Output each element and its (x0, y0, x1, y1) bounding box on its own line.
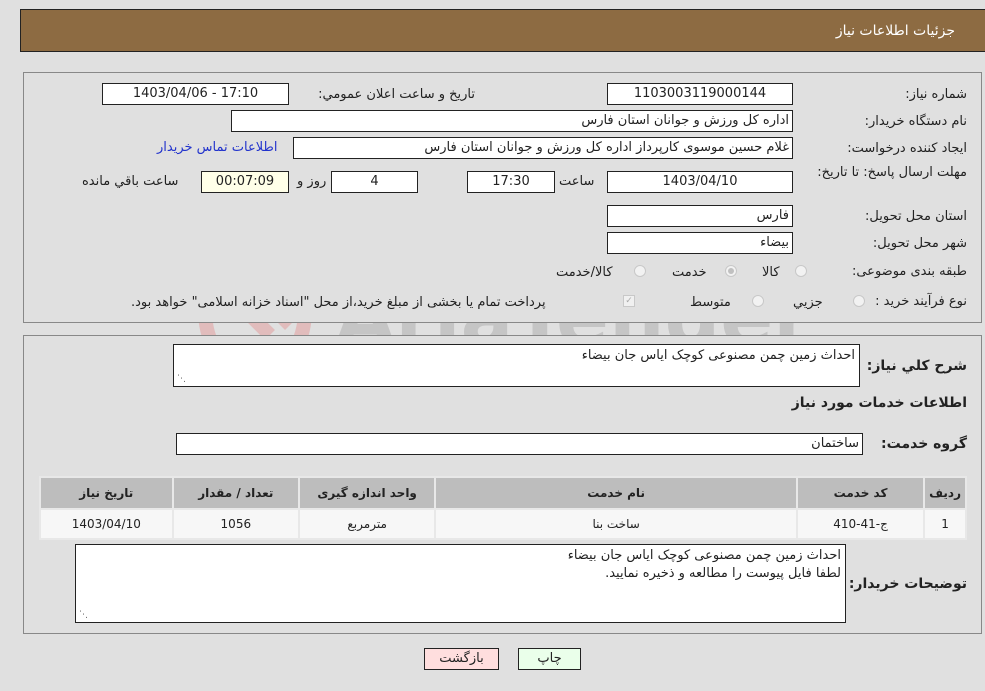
table-header-row: ردیف کد خدمت نام خدمت واحد اندازه گیری ت… (39, 476, 967, 510)
process-radio-medium[interactable] (752, 295, 764, 307)
category-option-service: خدمت (672, 265, 707, 280)
summary-textarea[interactable]: احداث زمین چمن مصنوعی کوچک ایاس جان بیضا… (173, 344, 860, 387)
buyer-notes-textarea[interactable]: احداث زمین چمن مصنوعی کوچک ایاس جان بیضا… (75, 544, 846, 623)
days-label: روز و (297, 174, 327, 189)
buyer-notes-line-1: احداث زمین چمن مصنوعی کوچک ایاس جان بیضا… (567, 548, 841, 563)
cell-row-number: 1 (923, 508, 967, 540)
page-header: جزئیات اطلاعات نیاز (20, 9, 985, 52)
buyer-org-label: نام دستگاه خریدار: (864, 114, 967, 129)
category-option-goods: کالا (762, 265, 780, 280)
process-option-minor: جزيي (793, 295, 823, 310)
table-row: 1 ج-41-410 ساخت بنا مترمربع 1056 1403/04… (39, 508, 967, 540)
page-title: جزئیات اطلاعات نیاز (835, 22, 955, 39)
announce-datetime-field: 1403/04/06 - 17:10 (102, 83, 289, 105)
col-quantity: تعداد / مقدار (171, 476, 301, 510)
category-radio-service[interactable] (725, 265, 737, 277)
print-button[interactable]: چاپ (518, 648, 581, 670)
days-remaining-field: 4 (331, 171, 418, 193)
summary-label: شرح کلي نیاز: (866, 358, 967, 374)
buyer-notes-line-2: لطفا فایل پیوست را مطالعه و ذخیره نمایید… (605, 566, 841, 581)
deadline-time-field: 17:30 (467, 171, 555, 193)
announce-label: تاریخ و ساعت اعلان عمومي: (318, 87, 475, 102)
treasury-note: پرداخت تمام یا بخشی از مبلغ خرید،از محل … (131, 295, 546, 310)
process-option-medium: متوسط (690, 295, 731, 310)
treasury-checkbox[interactable]: ✓ (623, 295, 635, 307)
col-unit: واحد اندازه گیری (298, 476, 437, 510)
need-number-label: شماره نیاز: (905, 87, 967, 102)
need-number-field: 1103003119000144 (607, 83, 793, 105)
col-row-number: ردیف (923, 476, 967, 510)
process-radio-minor[interactable] (853, 295, 865, 307)
process-label: نوع فرآیند خرید : (875, 294, 967, 309)
deadline-date-field: 1403/04/10 (607, 171, 793, 193)
cell-service-code: ج-41-410 (795, 508, 926, 540)
category-option-goods-service: کالا/خدمت (556, 265, 613, 280)
time-remaining-label: ساعت باقي مانده (82, 174, 179, 189)
category-label: طبقه بندی موضوعی: (851, 264, 967, 279)
time-remaining-field: 00:07:09 (201, 171, 289, 193)
city-field: بیضاء (607, 232, 793, 254)
cell-service-name: ساخت بنا (434, 508, 798, 540)
province-field: فارس (607, 205, 793, 227)
col-need-date: تاریخ نیاز (39, 476, 174, 510)
buyer-org-field: اداره کل ورزش و جوانان استان فارس (231, 110, 793, 132)
creator-label: ایجاد کننده درخواست: (847, 141, 967, 156)
deadline-label: مهلت ارسال پاسخ: تا تاریخ: (817, 165, 967, 180)
col-service-code: کد خدمت (795, 476, 926, 510)
col-service-name: نام خدمت (434, 476, 798, 510)
services-table: ردیف کد خدمت نام خدمت واحد اندازه گیری ت… (39, 476, 967, 540)
cell-unit: مترمربع (298, 508, 437, 540)
city-label: شهر محل تحویل: (872, 236, 967, 251)
resize-grip-icon[interactable]: ⋰ (176, 374, 186, 384)
buyer-contact-link[interactable]: اطلاعات تماس خریدار (157, 140, 277, 155)
cell-quantity: 1056 (171, 508, 301, 540)
resize-grip-icon[interactable]: ⋰ (78, 610, 88, 620)
back-button[interactable]: بازگشت (424, 648, 499, 670)
creator-field: غلام حسین موسوی کارپرداز اداره کل ورزش و… (293, 137, 793, 159)
service-group-field: ساختمان (176, 433, 863, 455)
cell-need-date: 1403/04/10 (39, 508, 174, 540)
buyer-notes-label: توضیحات خریدار: (848, 576, 967, 592)
category-radio-goods-service[interactable] (634, 265, 646, 277)
province-label: استان محل تحویل: (865, 209, 967, 224)
summary-text: احداث زمین چمن مصنوعی کوچک ایاس جان بیضا… (581, 348, 855, 363)
service-group-label: گروه خدمت: (881, 436, 967, 452)
deadline-time-label: ساعت (559, 174, 595, 189)
services-heading: اطلاعات خدمات مورد نیاز (791, 395, 967, 411)
category-radio-goods[interactable] (795, 265, 807, 277)
